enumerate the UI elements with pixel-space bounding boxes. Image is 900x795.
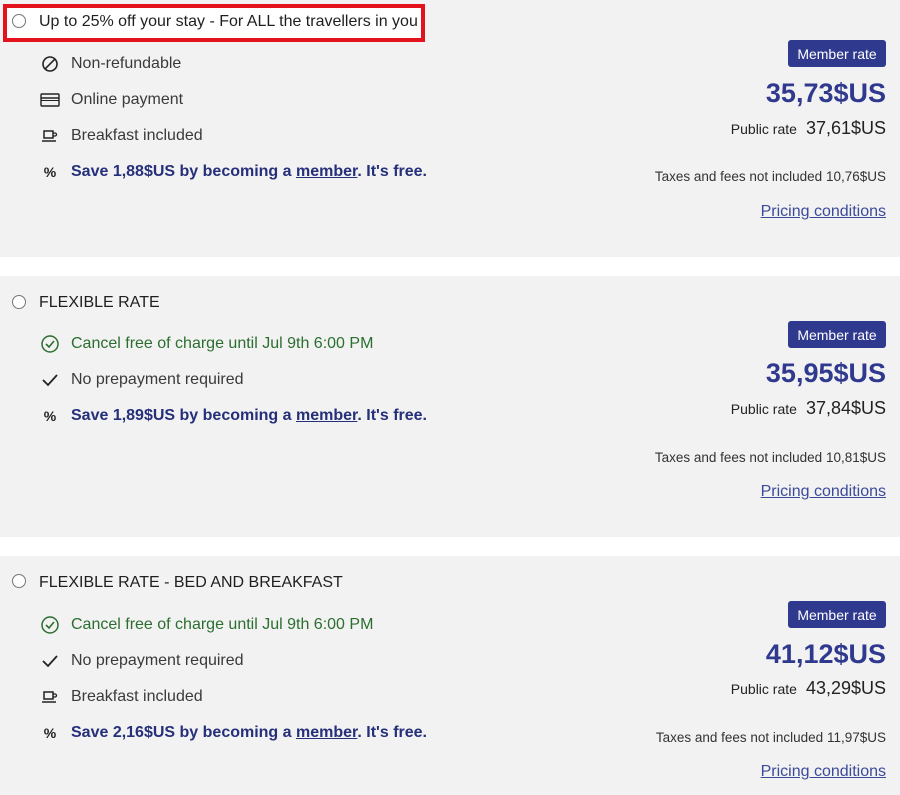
savings-suffix: . It's free. (357, 407, 427, 424)
member-savings: % Save 1,88$US by becoming a member. It'… (40, 162, 427, 182)
pricing-conditions-link[interactable]: Pricing conditions (761, 763, 886, 781)
feature-text: Non-refundable (71, 55, 182, 72)
checkmark-icon (40, 651, 60, 671)
feature-text: Breakfast included (71, 127, 203, 144)
feature-item: Non-refundable (40, 54, 181, 74)
member-rate-badge: Member rate (788, 601, 886, 628)
feature-item: No prepayment required (40, 651, 244, 671)
member-savings: % Save 2,16$US by becoming a member. It'… (40, 723, 427, 743)
feature-text: No prepayment required (71, 652, 244, 669)
savings-text: Save 2,16$US by becoming a (71, 724, 296, 741)
public-rate: Public rate 43,29$US (731, 678, 886, 699)
public-rate-price: 37,61$US (805, 118, 886, 138)
member-link[interactable]: member (296, 724, 357, 741)
feature-text: No prepayment required (71, 371, 244, 388)
feature-item: Breakfast included (40, 126, 203, 146)
member-price: 41,12$US (765, 639, 886, 669)
savings-suffix: . It's free. (357, 724, 427, 741)
coffee-cup-icon (40, 687, 60, 707)
taxes-note: Taxes and fees not included 10,81$US (655, 450, 886, 465)
feature-text: Breakfast included (71, 688, 203, 705)
feature-item: Cancel free of charge until Jul 9th 6:00… (40, 615, 373, 635)
rate-radio[interactable] (12, 574, 26, 588)
public-rate-price: 37,84$US (805, 398, 886, 418)
savings-text: Save 1,89$US by becoming a (71, 407, 296, 424)
taxes-label: Taxes and fees not included (654, 169, 823, 184)
rate-title: FLEXIBLE RATE (39, 294, 160, 311)
public-rate-price: 43,29$US (805, 678, 886, 698)
taxes-value: 10,81$US (825, 450, 886, 465)
taxes-value: 10,76$US (825, 169, 886, 184)
rate-title: FLEXIBLE RATE - BED AND BREAKFAST (39, 574, 343, 591)
credit-card-icon (40, 90, 60, 110)
rate-card: FLEXIBLE RATE - BED AND BREAKFAST Cancel… (0, 556, 900, 795)
coffee-cup-icon (40, 126, 60, 146)
taxes-label: Taxes and fees not included (654, 450, 823, 465)
member-link[interactable]: member (296, 163, 357, 180)
public-rate-label: Public rate (730, 401, 797, 417)
feature-text: Cancel free of charge until Jul 9th 6:00… (71, 335, 374, 352)
member-price: 35,95$US (765, 358, 886, 388)
public-rate: Public rate 37,61$US (731, 118, 886, 139)
rate-radio[interactable] (12, 14, 26, 28)
feature-item: Cancel free of charge until Jul 9th 6:00… (40, 334, 373, 354)
taxes-note: Taxes and fees not included 11,97$US (656, 730, 886, 745)
checkmark-icon (40, 370, 60, 390)
taxes-value: 11,97$US (826, 730, 886, 745)
rate-title: Up to 25% off your stay - For ALL the tr… (39, 13, 418, 30)
rate-radio[interactable] (12, 295, 26, 309)
public-rate-label: Public rate (730, 681, 797, 697)
percent-icon: % (43, 408, 57, 424)
pricing-conditions-link[interactable]: Pricing conditions (761, 483, 886, 501)
member-rate-badge: Member rate (788, 321, 886, 348)
savings-suffix: . It's free. (357, 163, 427, 180)
rate-card: FLEXIBLE RATE Cancel free of charge unti… (0, 276, 900, 537)
no-entry-icon (40, 54, 60, 74)
rate-card: Up to 25% off your stay - For ALL the tr… (0, 0, 900, 257)
public-rate-label: Public rate (730, 121, 797, 137)
member-rate-badge: Member rate (788, 40, 886, 67)
feature-text: Online payment (71, 91, 184, 108)
taxes-label: Taxes and fees not included (655, 730, 824, 745)
feature-text: Cancel free of charge until Jul 9th 6:00… (71, 616, 374, 633)
savings-text: Save 1,88$US by becoming a (71, 163, 296, 180)
check-circle-icon (40, 615, 60, 635)
member-savings: % Save 1,89$US by becoming a member. It'… (40, 406, 427, 426)
feature-item: Breakfast included (40, 687, 203, 707)
member-link[interactable]: member (296, 407, 357, 424)
pricing-conditions-link[interactable]: Pricing conditions (761, 203, 886, 221)
percent-icon: % (43, 164, 57, 180)
feature-item: Online payment (40, 90, 183, 110)
taxes-note: Taxes and fees not included 10,76$US (655, 169, 886, 184)
feature-item: No prepayment required (40, 370, 244, 390)
public-rate: Public rate 37,84$US (731, 398, 886, 419)
member-price: 35,73$US (765, 78, 886, 108)
check-circle-icon (40, 334, 60, 354)
percent-icon: % (43, 725, 57, 741)
